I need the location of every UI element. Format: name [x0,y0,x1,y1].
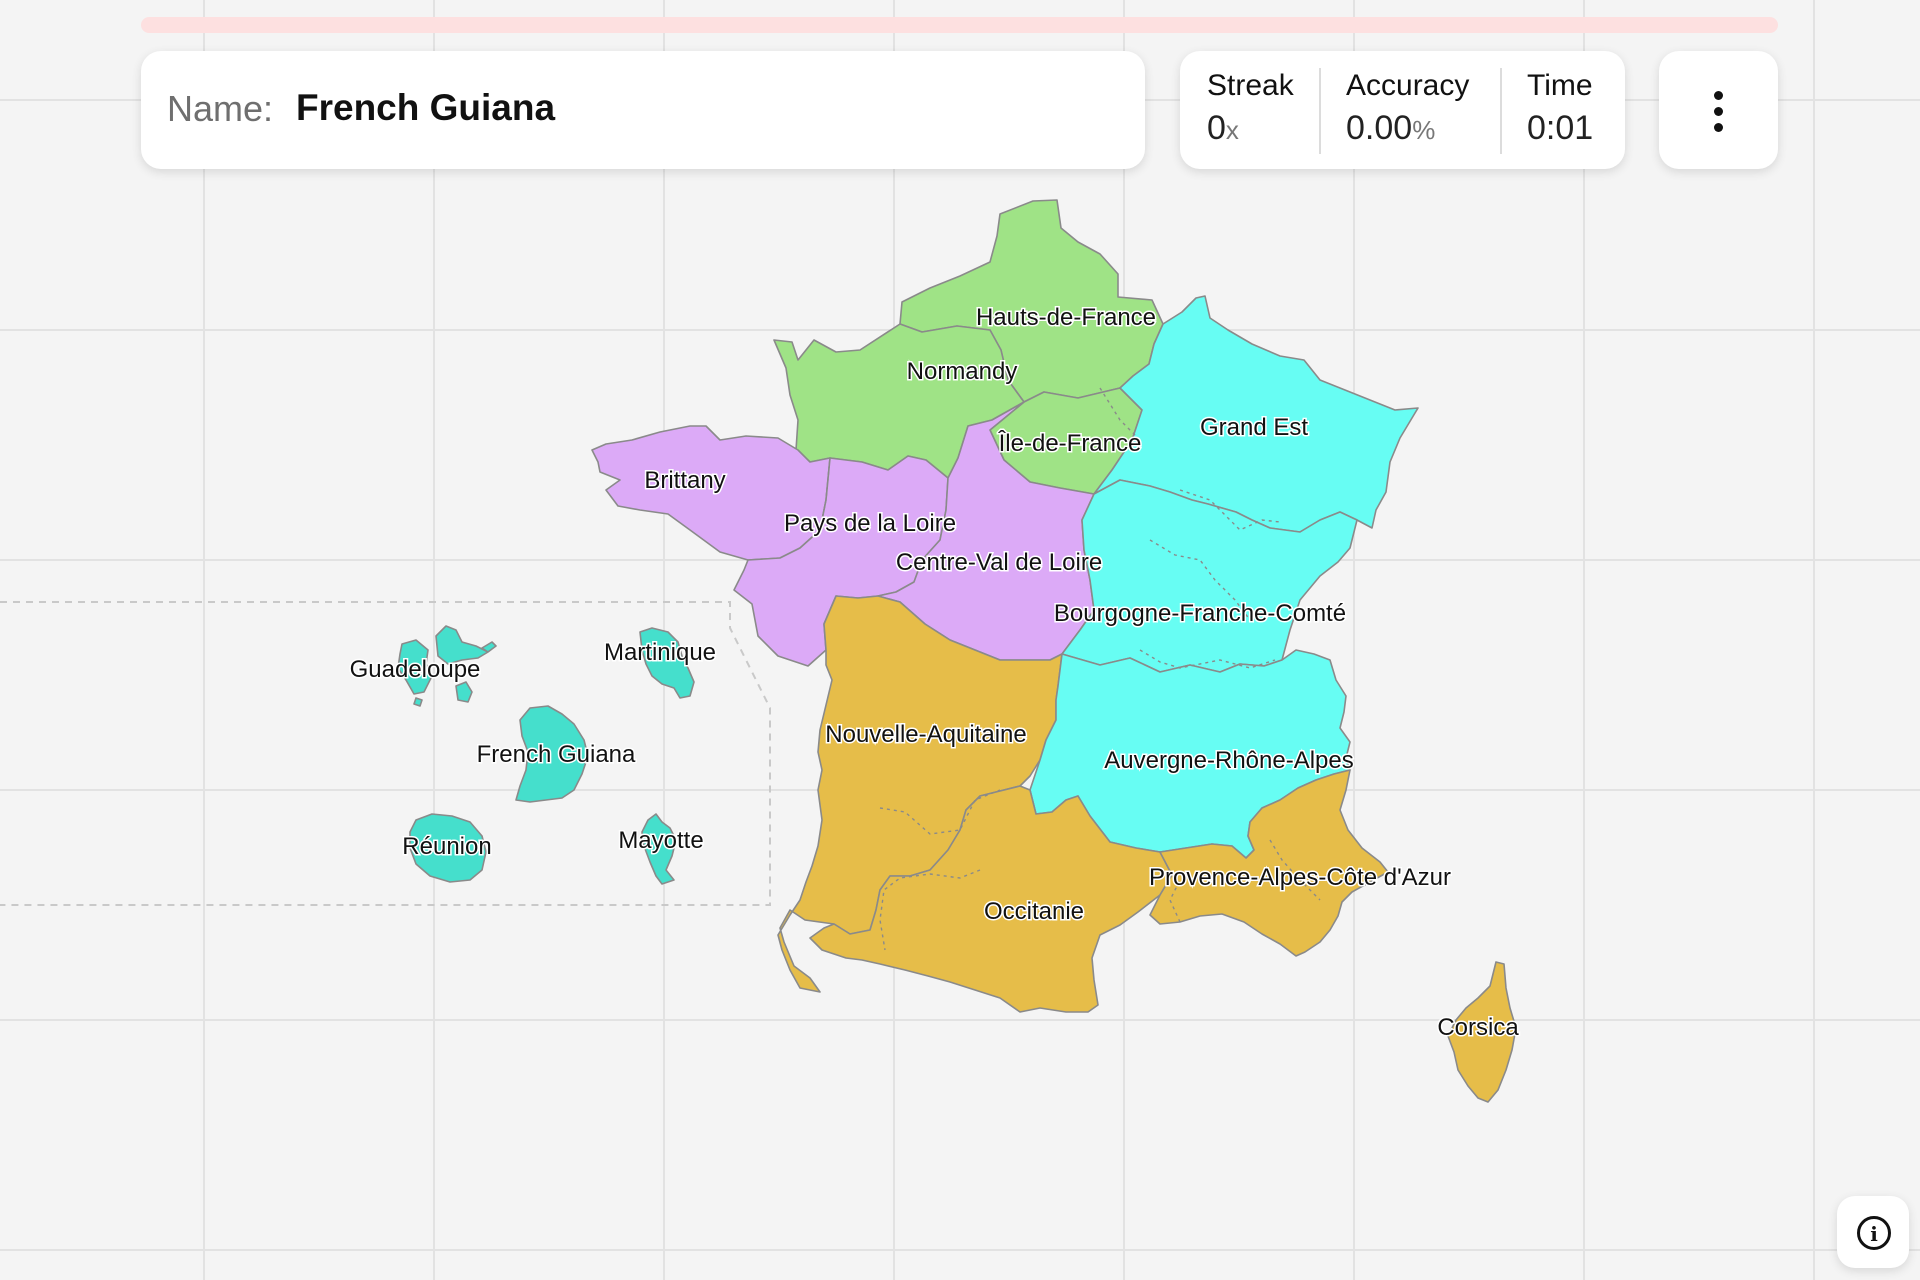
label-brittany: Brittany [644,467,725,494]
label-guadeloupe: Guadeloupe [350,656,481,683]
label-occitanie: Occitanie [984,898,1084,925]
label-martinique: Martinique [604,639,716,666]
france-regions-map: Hauts-de-France Normandy Île-de-France G… [0,199,1521,1103]
label-hauts-de-france: Hauts-de-France [976,304,1156,331]
label-french-guiana: French Guiana [477,741,636,768]
label-bourgogne-franche-comte: Bourgogne-Franche-Comté [1054,600,1346,627]
label-pays-de-la-loire: Pays de la Loire [784,510,956,537]
label-mayotte: Mayotte [618,827,703,854]
label-auvergne-rhone-alpes: Auvergne-Rhône-Alpes [1104,747,1353,774]
label-centre-val-de-loire: Centre-Val de Loire [896,549,1102,576]
label-corsica: Corsica [1437,1014,1519,1041]
label-ile-de-france: Île-de-France [998,430,1142,457]
label-normandy: Normandy [907,358,1018,385]
label-nouvelle-aquitaine: Nouvelle-Aquitaine [825,721,1026,748]
label-grand-est: Grand Est [1200,414,1308,441]
label-reunion: Réunion [402,833,491,860]
label-provence-alpes-cote-d-azur: Provence-Alpes-Côte d'Azur [1149,864,1451,891]
